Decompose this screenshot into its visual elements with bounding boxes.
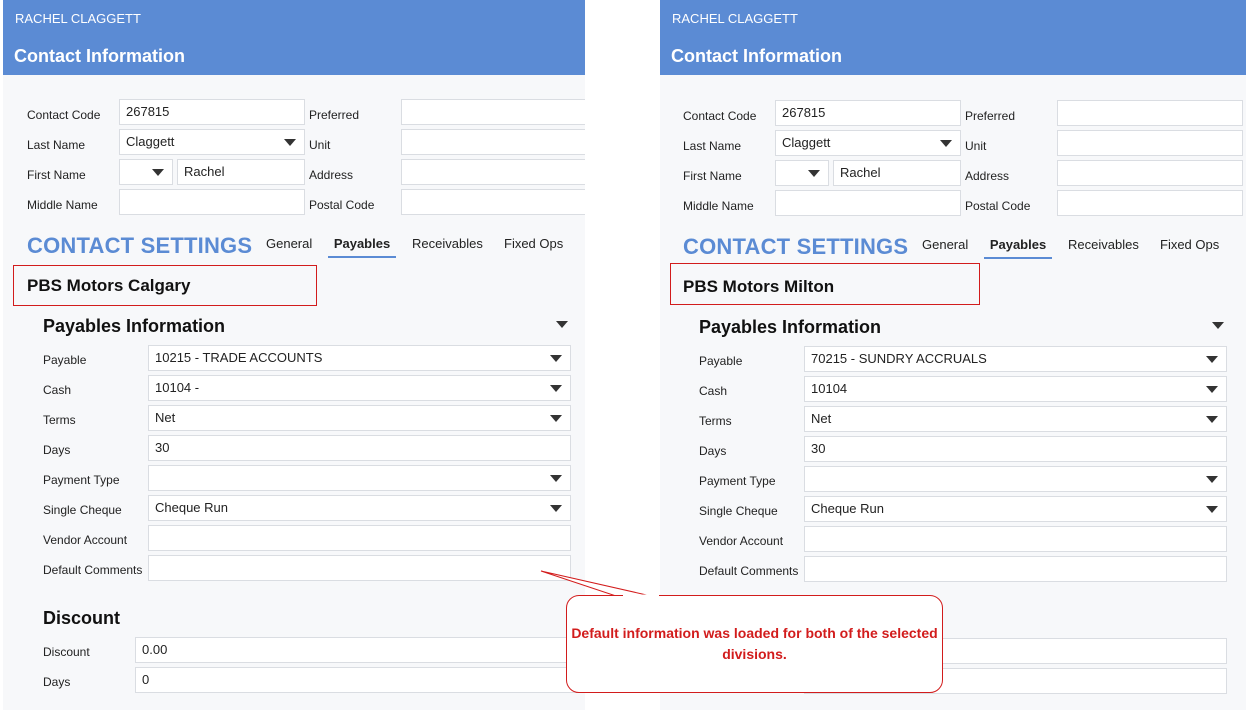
callout-pointer-cover xyxy=(623,594,659,598)
